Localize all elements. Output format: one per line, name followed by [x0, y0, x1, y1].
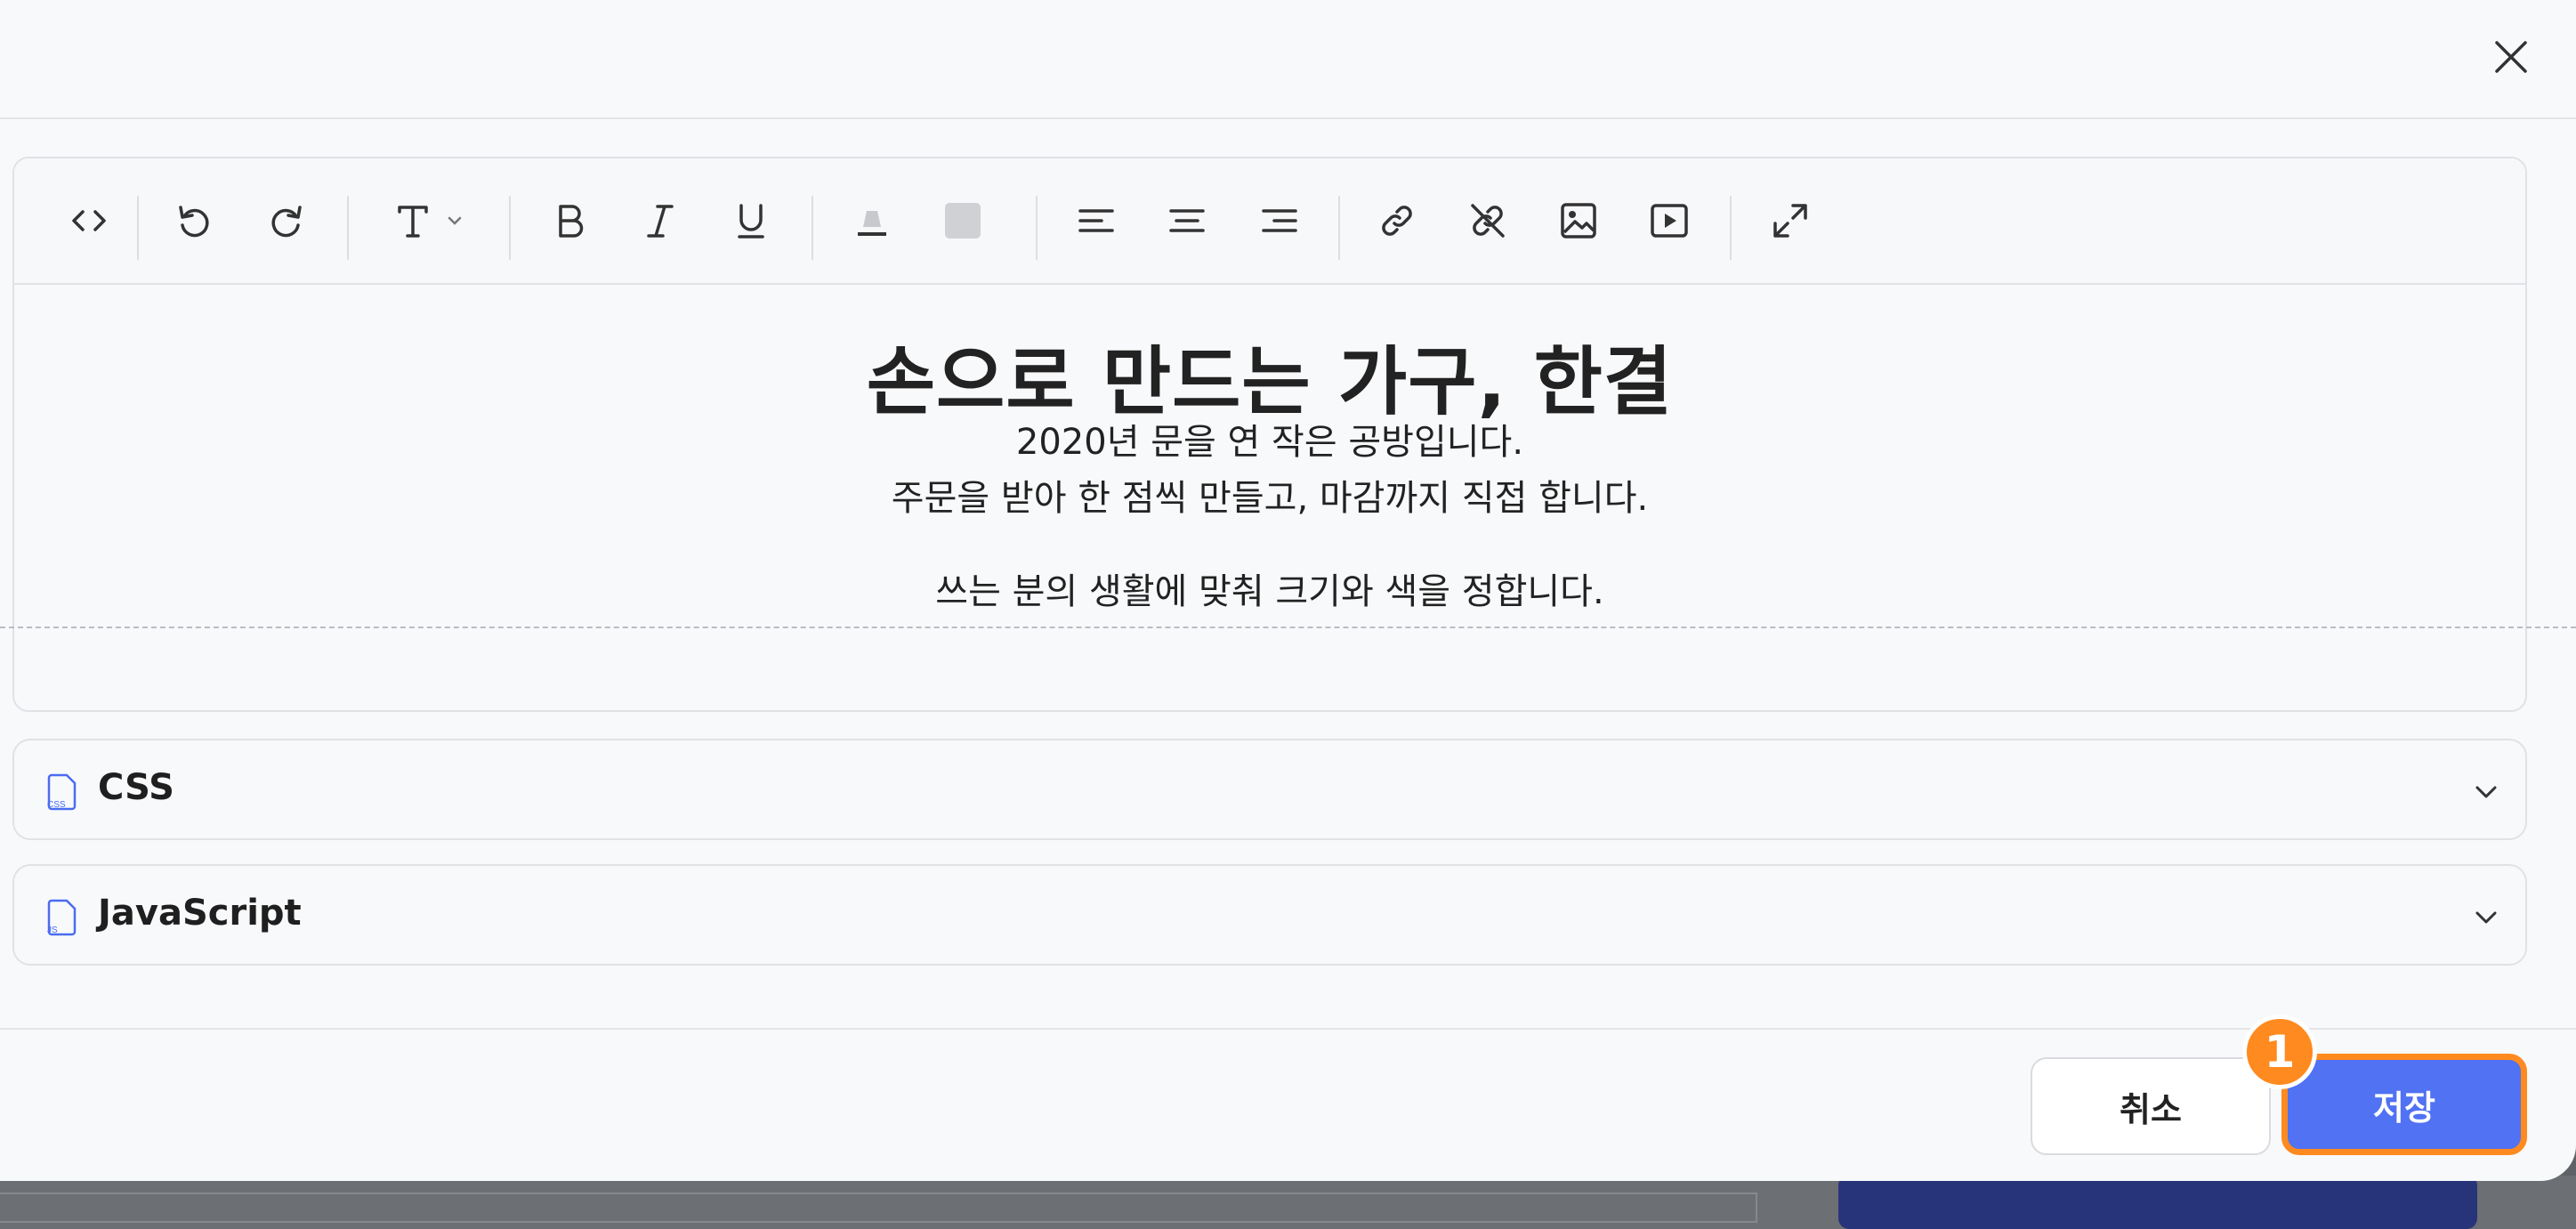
unlink-button[interactable]	[1461, 194, 1514, 247]
css-panel-title: CSS	[98, 767, 174, 808]
toolbar-separator	[1730, 196, 1732, 260]
rich-text-editor: 손으로 만드는 가구, 한결 2020년 문을 연 작은 공방입니다. 주문을 …	[12, 157, 2527, 712]
insert-video-button[interactable]	[1643, 194, 1696, 247]
undo-icon	[179, 206, 209, 238]
redo-button[interactable]	[260, 194, 313, 247]
bold-button[interactable]	[543, 194, 596, 247]
code-view-icon	[72, 210, 106, 231]
toolbar-separator	[812, 196, 813, 260]
js-file-icon: JS	[47, 899, 77, 936]
svg-text:JS: JS	[47, 926, 58, 935]
text-color-button[interactable]	[845, 194, 899, 247]
html-editor-modal: 손으로 만드는 가구, 한결 2020년 문을 연 작은 공방입니다. 주문을 …	[0, 0, 2576, 1181]
highlight-color-button[interactable]	[936, 194, 989, 247]
redo-icon	[271, 206, 302, 238]
italic-icon	[647, 205, 674, 238]
unlink-icon	[1471, 204, 1505, 238]
fullscreen-icon	[1773, 204, 1807, 238]
header-divider	[0, 117, 2576, 119]
underline-button[interactable]	[724, 194, 778, 247]
editor-content[interactable]: 손으로 만드는 가구, 한결 2020년 문을 연 작은 공방입니다. 주문을 …	[14, 287, 2525, 710]
fullscreen-button[interactable]	[1764, 194, 1817, 247]
chevron-down-icon	[2475, 911, 2497, 924]
toolbar-separator	[137, 196, 139, 260]
content-line-1: 2020년 문을 연 작은 공방입니다.	[1015, 422, 1524, 463]
content-line-2: 주문을 받아 한 점씩 만들고, 마감까지 직접 합니다.	[891, 478, 1649, 519]
chevron-down-icon	[2475, 786, 2497, 798]
chevron-down-icon	[448, 216, 462, 225]
text-color-icon	[858, 211, 886, 236]
content-line-3: 쓰는 분의 생활에 맞춰 크기와 색을 정합니다.	[935, 571, 1604, 612]
insert-image-button[interactable]	[1552, 194, 1605, 247]
italic-button[interactable]	[634, 194, 687, 247]
footer-divider	[0, 1028, 2576, 1030]
step-badge: 1	[2242, 1015, 2317, 1089]
bold-icon	[559, 205, 584, 238]
background-input	[0, 1193, 1757, 1223]
toolbar-separator	[509, 196, 511, 260]
cancel-button[interactable]: 취소	[2031, 1057, 2271, 1155]
close-button[interactable]	[2483, 28, 2540, 85]
link-icon	[1382, 206, 1412, 236]
align-right-icon	[1262, 209, 1297, 232]
close-icon	[2495, 41, 2527, 73]
highlight-color-icon	[945, 203, 981, 239]
underline-icon	[738, 204, 764, 239]
image-icon	[1561, 203, 1596, 239]
css-file-icon: CSS	[47, 773, 77, 811]
toolbar-separator	[1036, 196, 1038, 260]
javascript-panel-title: JavaScript	[98, 893, 302, 934]
toolbar-separator	[1338, 196, 1340, 260]
align-left-icon	[1078, 209, 1114, 232]
toolbar-separator	[347, 196, 349, 260]
save-button[interactable]: 저장	[2281, 1054, 2527, 1155]
code-view-button[interactable]	[62, 194, 116, 247]
align-right-button[interactable]	[1253, 194, 1306, 247]
align-center-icon	[1169, 209, 1205, 232]
align-center-button[interactable]	[1160, 194, 1214, 247]
text-style-dropdown[interactable]	[379, 194, 477, 247]
editor-toolbar	[14, 158, 2525, 285]
page-fold-line	[0, 627, 2576, 628]
video-icon	[1651, 204, 1688, 238]
svg-text:CSS: CSS	[47, 800, 66, 810]
undo-button[interactable]	[167, 194, 221, 247]
css-panel[interactable]: CSS CSS	[12, 739, 2527, 840]
link-button[interactable]	[1370, 194, 1424, 247]
background-button	[1838, 1175, 2477, 1229]
align-left-button[interactable]	[1070, 194, 1123, 247]
javascript-panel[interactable]: JS JavaScript	[12, 864, 2527, 966]
text-style-icon	[398, 206, 428, 238]
